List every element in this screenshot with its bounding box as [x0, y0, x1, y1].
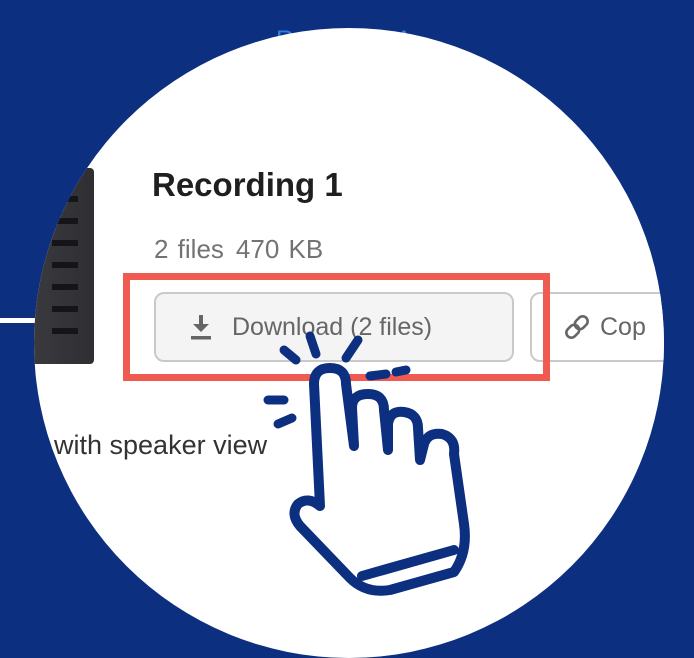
copy-button-label: Cop — [600, 312, 646, 341]
thumbnail-stripe — [52, 262, 78, 268]
file-size: 470 KB — [235, 234, 324, 264]
thumbnail-stripe — [52, 328, 78, 334]
thumbnail-stripe — [52, 196, 78, 202]
recording-meta: 2 files 470 KB — [154, 234, 323, 265]
thumbnail-stripe — [52, 240, 78, 246]
recording-title: Recording 1 — [152, 166, 343, 203]
pointing-hand-icon — [263, 331, 470, 596]
thumbnail-stripe — [52, 284, 78, 290]
thumbnail-stripe — [52, 306, 78, 312]
recording-thumbnail[interactable] — [34, 168, 94, 364]
link-icon — [565, 315, 589, 339]
file-count: 2 files — [154, 234, 224, 264]
thumbnail-stripe — [52, 218, 78, 224]
tutorial-scene: Recording A Recording 1 2 files470 KB Do… — [0, 0, 694, 658]
recording-description: with speaker view — [54, 430, 268, 460]
copy-link-button[interactable]: Cop — [530, 292, 664, 362]
